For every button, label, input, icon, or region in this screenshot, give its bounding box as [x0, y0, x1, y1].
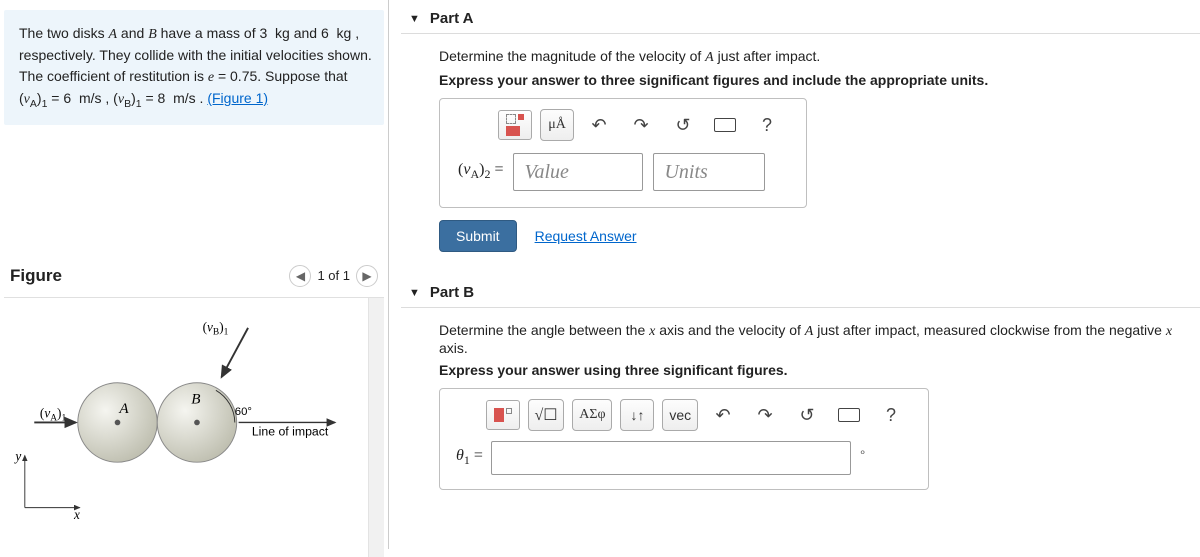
- figure-prev-button[interactable]: ◀: [289, 265, 311, 287]
- vec-button[interactable]: vec: [662, 399, 698, 431]
- keyboard-icon: [714, 118, 736, 132]
- theta-input[interactable]: [491, 441, 851, 475]
- figure-next-button[interactable]: ▶: [356, 265, 378, 287]
- caret-down-icon: ▼: [409, 287, 420, 299]
- undo-button[interactable]: ↶: [706, 399, 740, 431]
- reset-button[interactable]: ↺: [666, 109, 700, 141]
- svg-text:(vA)1: (vA)1: [40, 406, 67, 424]
- updown-button[interactable]: ↓↑: [620, 399, 654, 431]
- greek-button[interactable]: ΑΣφ: [572, 399, 612, 431]
- figure-counter: 1 of 1: [317, 268, 350, 283]
- svg-text:y: y: [13, 448, 21, 463]
- svg-text:A: A: [118, 401, 129, 417]
- help-button[interactable]: ?: [874, 399, 908, 431]
- part-b-lhs: θ1 =: [456, 447, 483, 468]
- redo-button[interactable]: ↷: [624, 109, 658, 141]
- keyboard-icon: [838, 408, 860, 422]
- figure-link[interactable]: (Figure 1): [207, 90, 268, 106]
- degree-unit: ∘: [859, 445, 867, 459]
- part-a-header[interactable]: ▼ Part A: [401, 6, 1200, 34]
- keyboard-button[interactable]: [832, 399, 866, 431]
- undo-button[interactable]: ↶: [582, 109, 616, 141]
- part-a-title: Part A: [430, 10, 474, 27]
- part-b-instructions: Express your answer using three signific…: [439, 362, 1192, 378]
- svg-text:x: x: [73, 507, 80, 522]
- figure-title: Figure: [10, 266, 62, 286]
- keyboard-button[interactable]: [708, 109, 742, 141]
- units-input[interactable]: Units: [653, 153, 765, 191]
- value-input[interactable]: Value: [513, 153, 643, 191]
- part-a-instructions: Express your answer to three significant…: [439, 72, 1192, 88]
- units-symbol-button[interactable]: μÅ: [540, 109, 574, 141]
- svg-text:60°: 60°: [235, 406, 252, 418]
- request-answer-link[interactable]: Request Answer: [535, 228, 637, 244]
- part-a-answer-box: μÅ ↶ ↷ ↺ ? (vA)2 = Value Units: [439, 98, 807, 208]
- reset-button[interactable]: ↺: [790, 399, 824, 431]
- help-button[interactable]: ?: [750, 109, 784, 141]
- figure-panel: A B (vA)1 (vB)1 60° Line of impact: [4, 297, 384, 557]
- part-b-title: Part B: [430, 284, 474, 301]
- caret-down-icon: ▼: [409, 13, 420, 25]
- part-a-lhs: (vA)2 =: [458, 161, 503, 182]
- redo-button[interactable]: ↷: [748, 399, 782, 431]
- part-b-answer-box: √☐ ΑΣφ ↓↑ vec ↶ ↷ ↺ ? θ1 = ∘: [439, 388, 929, 490]
- part-b-prompt: Determine the angle between the x axis a…: [439, 322, 1192, 356]
- svg-text:(vB)1: (vB)1: [203, 320, 229, 338]
- svg-text:B: B: [191, 391, 200, 407]
- template-button[interactable]: [486, 400, 520, 430]
- part-b-header[interactable]: ▼ Part B: [401, 280, 1200, 308]
- figure-scrollbar[interactable]: [368, 298, 384, 557]
- problem-statement: The two disks A and B have a mass of 3 k…: [4, 10, 384, 125]
- submit-button[interactable]: Submit: [439, 220, 517, 252]
- template-button[interactable]: [498, 110, 532, 140]
- part-a-prompt: Determine the magnitude of the velocity …: [439, 48, 1192, 66]
- sqrt-button[interactable]: √☐: [528, 399, 565, 431]
- svg-text:Line of impact: Line of impact: [252, 425, 329, 439]
